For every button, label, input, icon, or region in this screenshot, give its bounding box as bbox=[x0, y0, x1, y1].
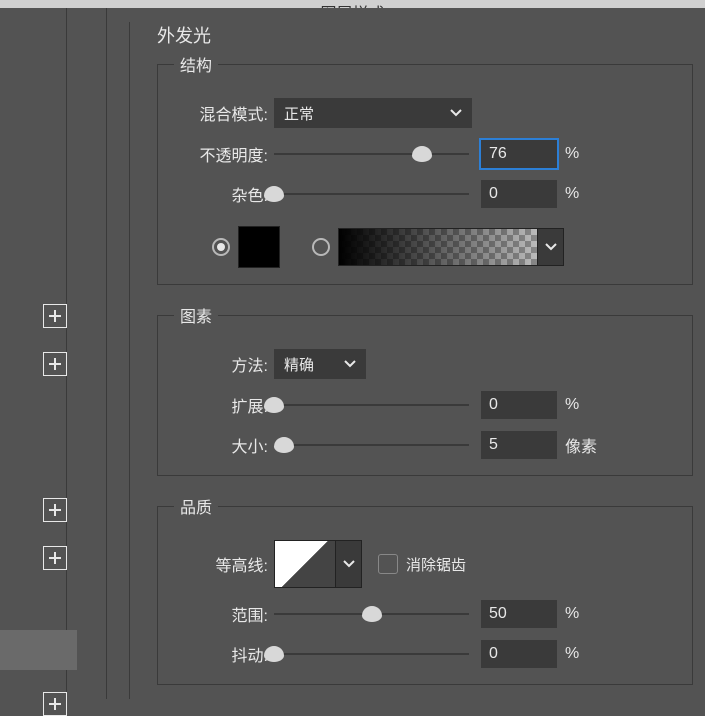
chevron-down-icon bbox=[344, 360, 356, 368]
contour-picker[interactable] bbox=[274, 540, 336, 588]
antialias-checkbox[interactable] bbox=[378, 554, 398, 574]
gradient-picker[interactable] bbox=[338, 228, 538, 266]
contour-dropdown[interactable] bbox=[336, 540, 362, 588]
active-style-row[interactable] bbox=[0, 630, 77, 670]
add-effect-button-3[interactable] bbox=[43, 498, 67, 522]
noise-unit: % bbox=[565, 185, 579, 203]
noise-label: 杂色: bbox=[174, 182, 274, 206]
section-header: 外发光 bbox=[157, 22, 705, 48]
size-label: 大小: bbox=[174, 433, 274, 457]
gradient-radio[interactable] bbox=[312, 238, 330, 256]
range-slider[interactable] bbox=[274, 603, 469, 625]
jitter-input[interactable] bbox=[481, 640, 557, 668]
slider-thumb[interactable] bbox=[362, 606, 382, 622]
opacity-slider[interactable] bbox=[274, 143, 469, 165]
noise-slider[interactable] bbox=[274, 183, 469, 205]
group-structure-legend: 结构 bbox=[174, 52, 218, 76]
slider-thumb[interactable] bbox=[274, 437, 294, 453]
opacity-unit: % bbox=[565, 145, 579, 163]
spread-unit: % bbox=[565, 396, 579, 414]
add-effect-button-2[interactable] bbox=[43, 352, 67, 376]
spread-input[interactable] bbox=[481, 391, 557, 419]
technique-label: 方法: bbox=[174, 352, 274, 376]
add-effect-button-4[interactable] bbox=[43, 546, 67, 570]
group-elements-legend: 图素 bbox=[174, 303, 218, 327]
size-unit: 像素 bbox=[565, 433, 597, 457]
color-radio[interactable] bbox=[212, 238, 230, 256]
add-effect-button-5[interactable] bbox=[43, 692, 67, 716]
slider-thumb[interactable] bbox=[264, 397, 284, 413]
slider-thumb[interactable] bbox=[412, 146, 432, 162]
size-slider[interactable] bbox=[274, 434, 469, 456]
right-panel: 外发光 结构 混合模式: 正常 不透明度: bbox=[107, 8, 705, 699]
blend-mode-value: 正常 bbox=[284, 103, 314, 124]
gradient-dropdown[interactable] bbox=[538, 228, 564, 266]
group-quality-legend: 品质 bbox=[174, 494, 218, 518]
main: 外发光 结构 混合模式: 正常 不透明度: bbox=[0, 8, 705, 699]
spread-slider[interactable] bbox=[274, 394, 469, 416]
range-label: 范围: bbox=[174, 602, 274, 626]
spread-label: 扩展: bbox=[174, 393, 274, 417]
left-panel bbox=[0, 8, 107, 699]
group-quality: 品质 等高线: 消除锯齿 范围: bbox=[157, 494, 693, 685]
group-elements: 图素 方法: 精确 扩展: % bbox=[157, 303, 693, 476]
blend-mode-label: 混合模式: bbox=[174, 101, 274, 125]
add-effect-button-1[interactable] bbox=[43, 304, 67, 328]
opacity-input[interactable] bbox=[481, 140, 557, 168]
technique-select[interactable]: 精确 bbox=[274, 349, 366, 379]
contour-label: 等高线: bbox=[174, 552, 274, 576]
opacity-label: 不透明度: bbox=[174, 142, 274, 166]
chevron-down-icon bbox=[450, 109, 462, 117]
technique-value: 精确 bbox=[284, 354, 314, 375]
slider-thumb[interactable] bbox=[264, 186, 284, 202]
range-unit: % bbox=[565, 605, 579, 623]
jitter-slider[interactable] bbox=[274, 643, 469, 665]
noise-input[interactable] bbox=[481, 180, 557, 208]
range-input[interactable] bbox=[481, 600, 557, 628]
blend-mode-select[interactable]: 正常 bbox=[274, 98, 472, 128]
jitter-unit: % bbox=[565, 645, 579, 663]
group-structure: 结构 混合模式: 正常 不透明度: % bbox=[157, 52, 693, 285]
slider-thumb[interactable] bbox=[264, 646, 284, 662]
color-swatch[interactable] bbox=[238, 226, 280, 268]
title-bar: 图层样式 bbox=[0, 0, 705, 8]
size-input[interactable] bbox=[481, 431, 557, 459]
jitter-label: 抖动: bbox=[174, 642, 274, 666]
antialias-label: 消除锯齿 bbox=[406, 554, 466, 575]
